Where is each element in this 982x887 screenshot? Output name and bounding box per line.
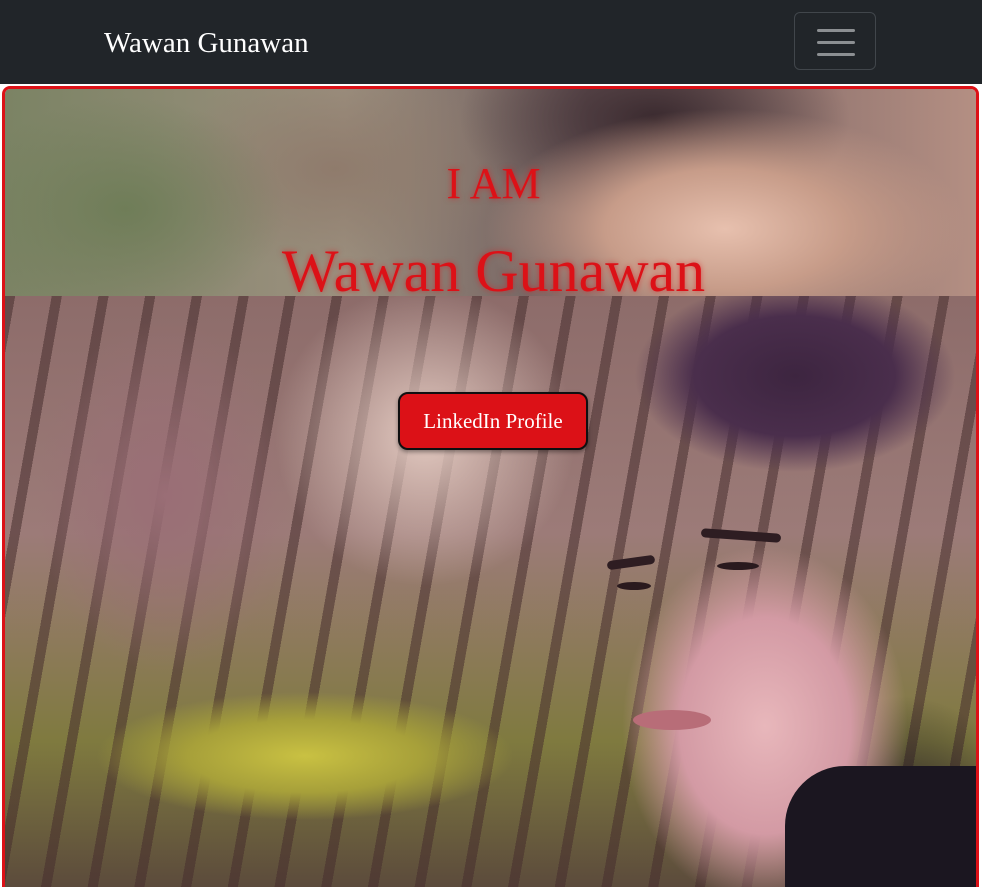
portrait-detail [617,582,651,590]
brand-link[interactable]: Wawan Gunawan [104,24,309,62]
hero-section: I AM Wawan Gunawan LinkedIn Profile [2,86,979,887]
portrait-photo [5,296,976,887]
portrait-detail [700,528,782,543]
portrait-detail [717,562,759,570]
portrait-detail [633,710,711,730]
navbar-toggler-button[interactable] [794,12,876,70]
hero-kicker: I AM [446,159,541,208]
top-navbar: Wawan Gunawan [0,0,982,84]
portrait-detail [785,766,976,887]
hero-name-heading: Wawan Gunawan [281,238,706,304]
linkedin-profile-button[interactable]: LinkedIn Profile [398,392,588,450]
portrait-detail [606,554,656,571]
hamburger-menu-icon [817,29,855,56]
